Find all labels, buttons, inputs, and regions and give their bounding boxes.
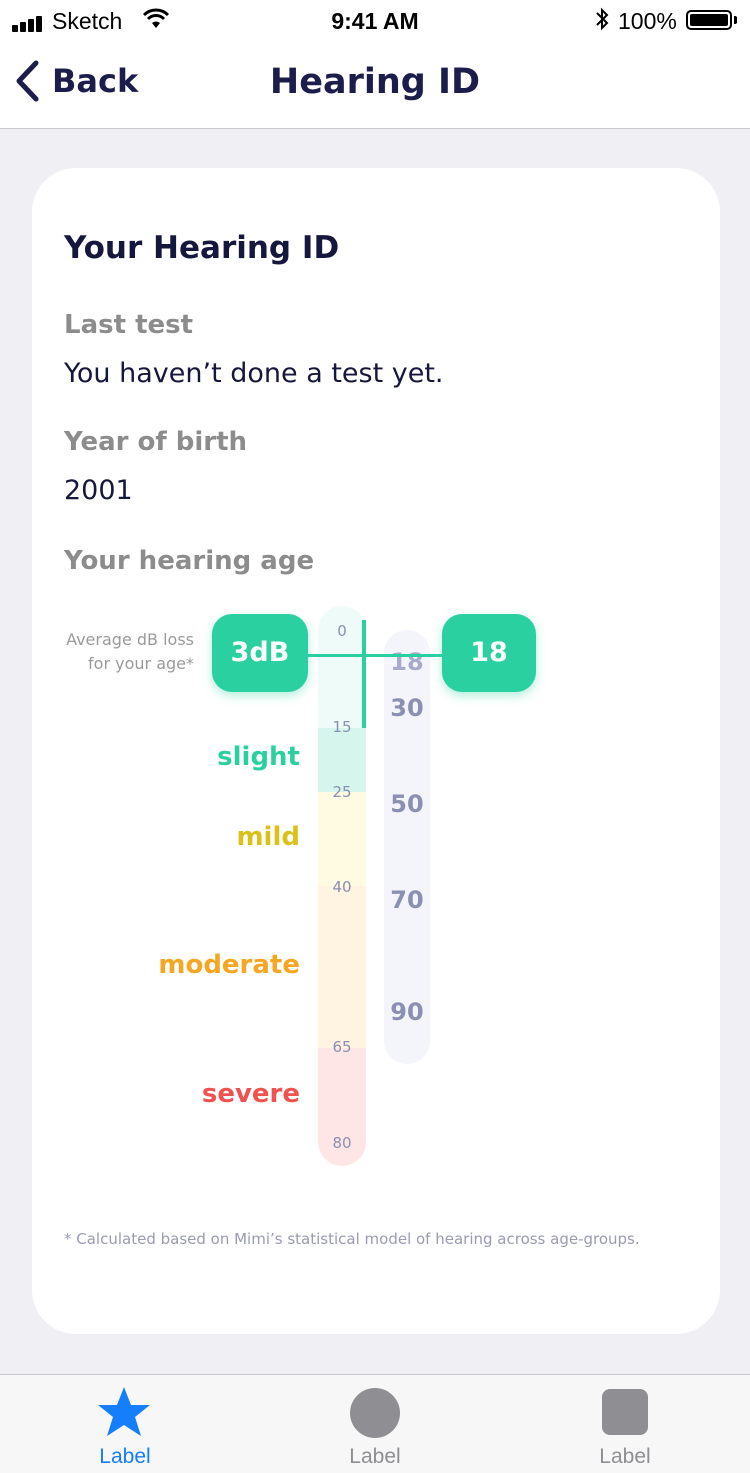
hearing-age-badge: 18	[442, 614, 536, 692]
tab-1-label: Label	[99, 1445, 151, 1468]
battery-cap	[734, 16, 737, 24]
square-icon	[602, 1389, 648, 1435]
battery-icon	[686, 10, 732, 30]
tab-2[interactable]: Label	[250, 1375, 500, 1473]
category-mild: mild	[236, 822, 300, 852]
db-tick: 65	[332, 1038, 352, 1056]
hearing-id-card: Your Hearing ID Last test You haven’t do…	[32, 168, 720, 1334]
footnote: * Calculated based on Mimi’s statistical…	[64, 1230, 640, 1248]
db-tick: 80	[332, 1134, 352, 1152]
tab-1[interactable]: Label	[0, 1375, 250, 1473]
circle-icon	[350, 1388, 400, 1438]
birth-year-label: Year of birth	[64, 427, 248, 457]
age-tick: 18	[390, 648, 424, 676]
tab-3[interactable]: Label	[500, 1375, 750, 1473]
status-bar: Sketch 9:41 AM 100%	[0, 0, 750, 42]
db-tick: 40	[332, 878, 352, 896]
band-mild	[318, 792, 366, 886]
card-heading: Your Hearing ID	[64, 230, 340, 266]
age-tick: 70	[390, 886, 424, 914]
db-loss-badge: 3dB	[212, 614, 308, 692]
birth-year-value: 2001	[64, 475, 133, 506]
avg-db-loss-label: Average dB loss for your age*	[4, 628, 194, 676]
category-moderate: moderate	[158, 950, 300, 980]
avg-db-loss-line2: for your age*	[88, 654, 194, 673]
age-tick: 30	[390, 694, 424, 722]
category-severe: severe	[201, 1079, 300, 1109]
db-tick: 25	[332, 783, 352, 801]
db-tick: 0	[337, 622, 347, 640]
hearing-age-label: Your hearing age	[64, 546, 315, 576]
db-tick: 15	[332, 718, 352, 736]
category-slight: slight	[217, 742, 300, 772]
age-tick: 90	[390, 998, 424, 1026]
last-test-value: You haven’t done a test yet.	[64, 358, 444, 389]
tab-2-label: Label	[349, 1445, 401, 1468]
bluetooth-icon	[594, 7, 610, 37]
avg-db-loss-line1: Average dB loss	[66, 630, 194, 649]
age-tick: 50	[390, 790, 424, 818]
last-test-label: Last test	[64, 310, 194, 340]
db-indicator-line	[362, 620, 366, 728]
battery-percent: 100%	[618, 8, 677, 34]
navigation-bar: Back Hearing ID	[0, 42, 750, 129]
band-moderate	[318, 886, 366, 1048]
tab-bar: Label Label Label	[0, 1374, 750, 1473]
tab-3-label: Label	[599, 1445, 651, 1468]
page-title: Hearing ID	[269, 62, 481, 102]
star-icon	[98, 1387, 150, 1436]
